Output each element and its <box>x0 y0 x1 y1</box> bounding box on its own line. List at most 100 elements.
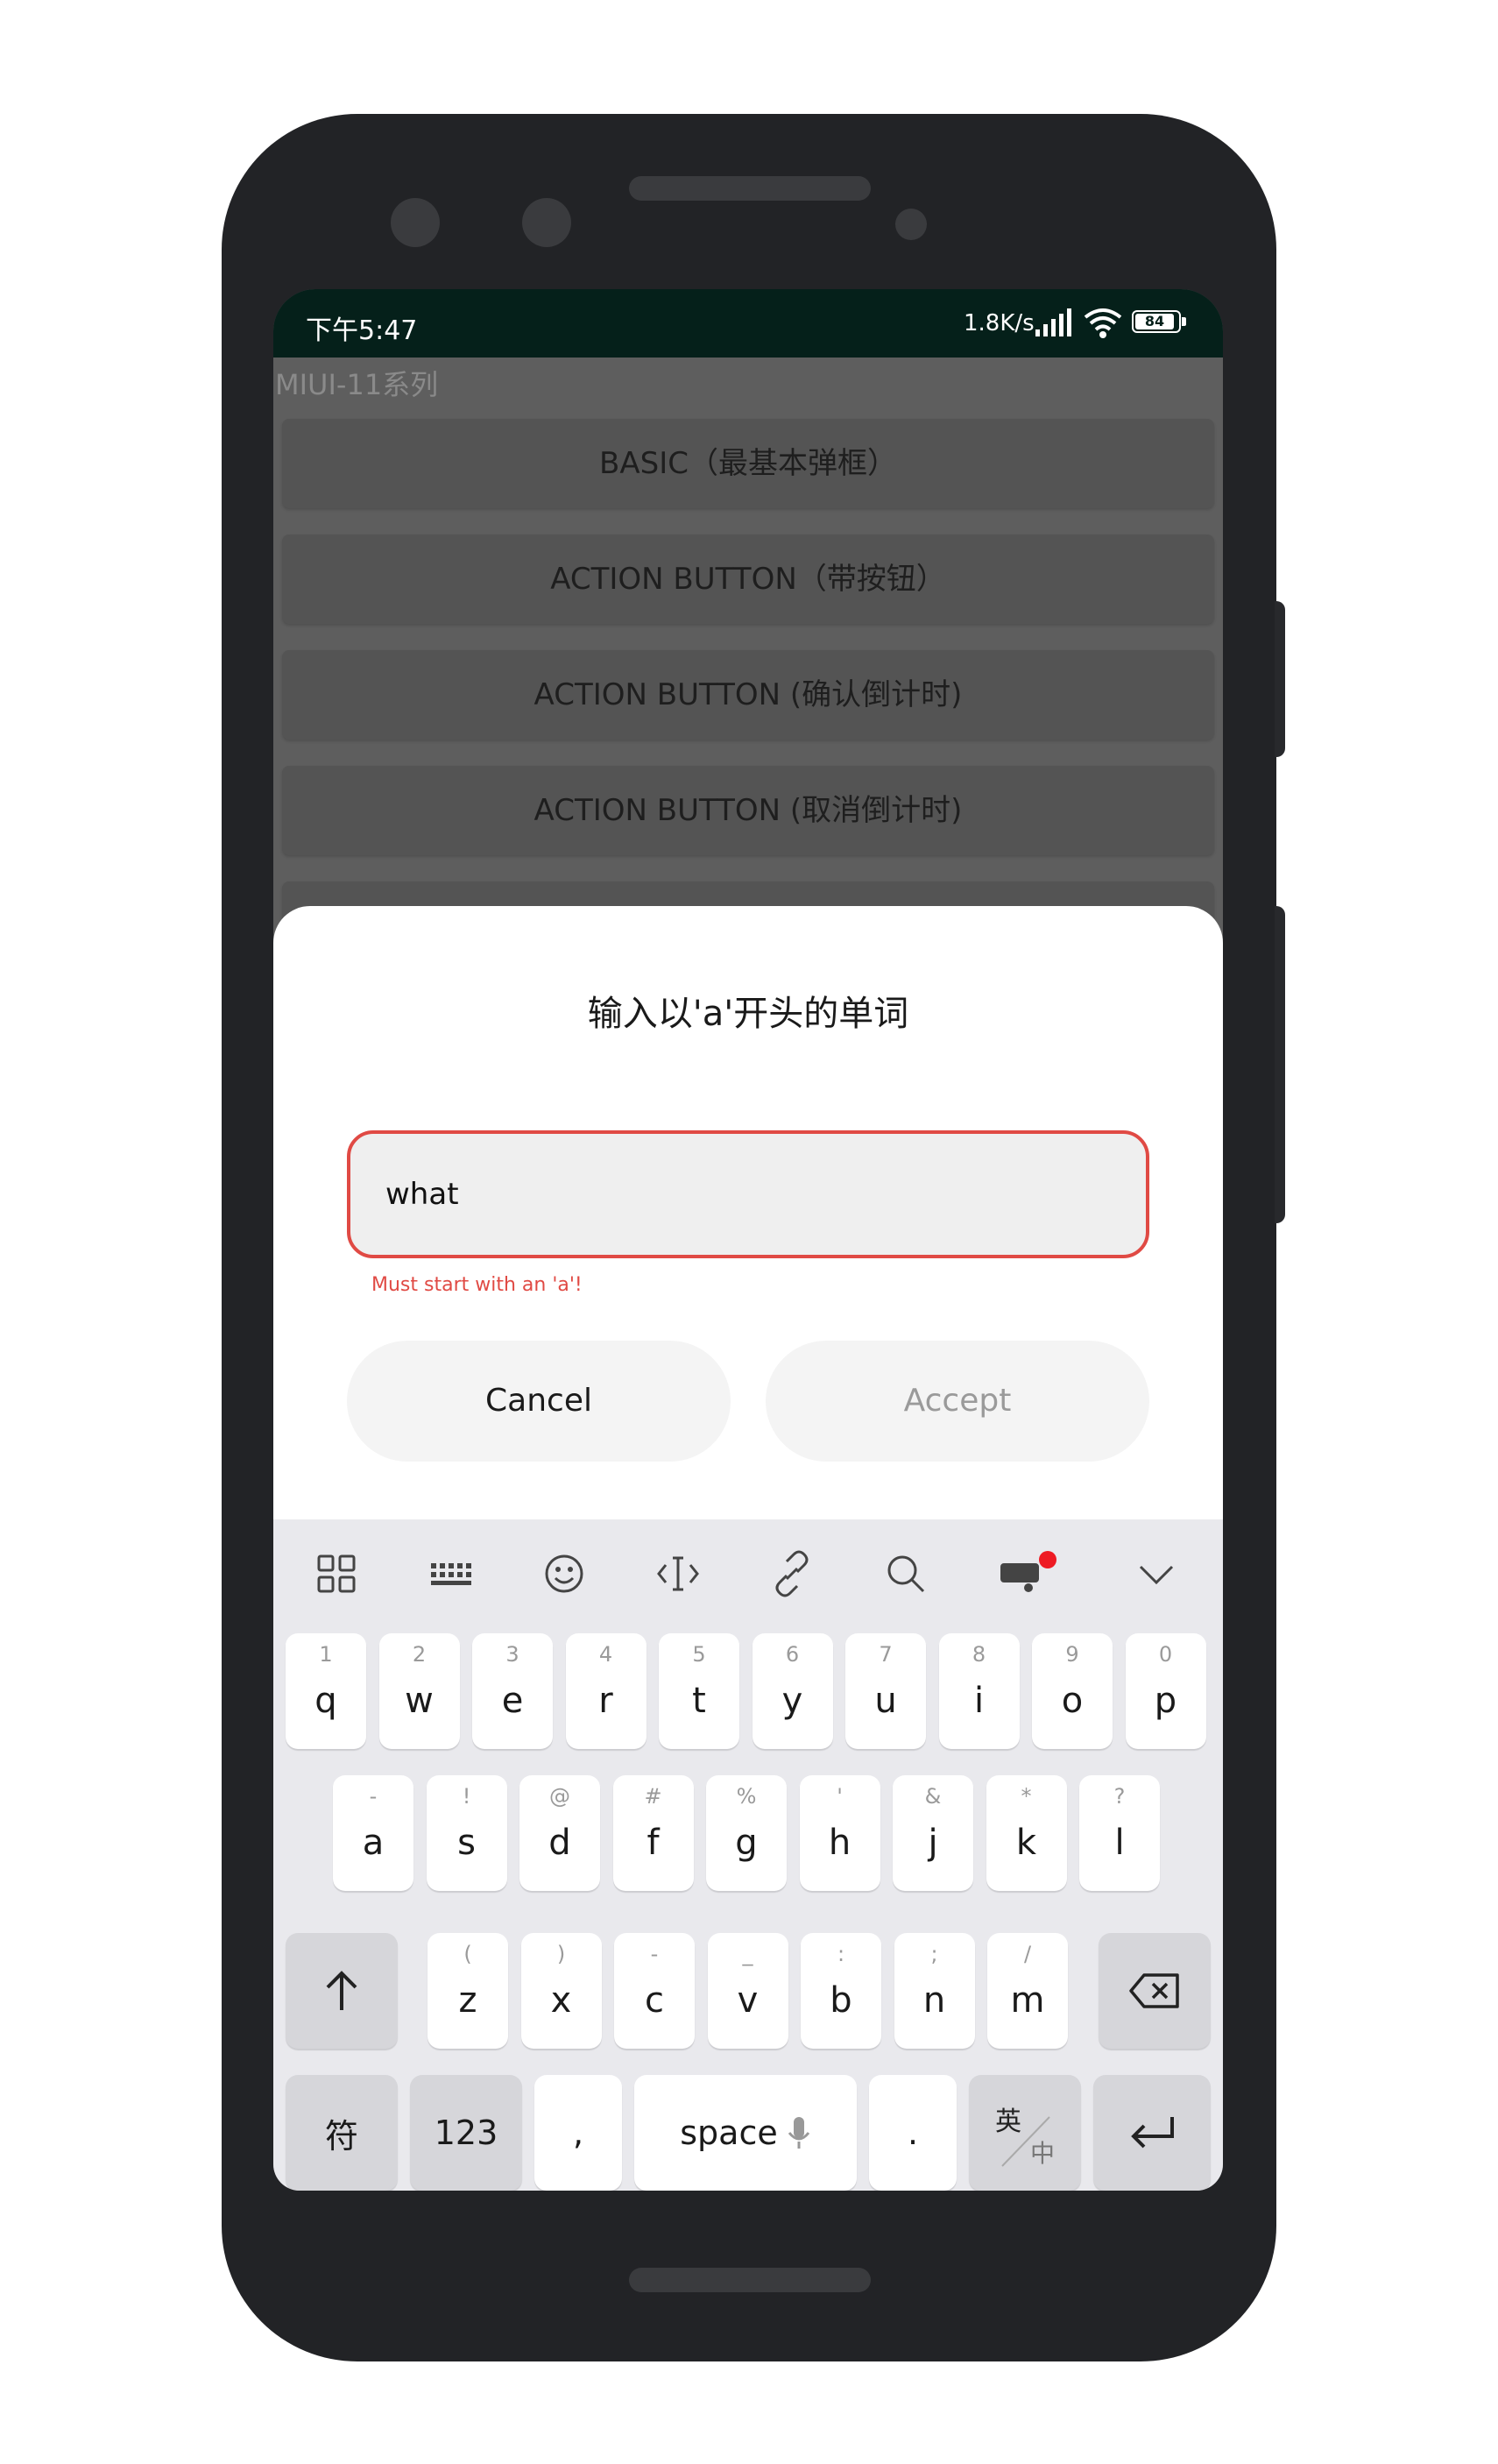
numbers-key[interactable]: 123 <box>410 2075 522 2191</box>
key-k[interactable]: * k <box>986 1775 1067 1891</box>
key-hint: - <box>369 1784 378 1809</box>
accept-button[interactable]: Accept <box>766 1341 1149 1462</box>
word-input[interactable]: what <box>347 1130 1149 1258</box>
key-m[interactable]: / m <box>987 1933 1068 2049</box>
period-key[interactable]: . <box>869 2075 957 2191</box>
key-t[interactable]: 5t <box>659 1633 739 1749</box>
input-dialog: 输入以'a'开头的单词 what Must start with an 'a'!… <box>273 906 1223 1519</box>
key-label: o <box>1061 1681 1084 1721</box>
key-q[interactable]: 1q <box>286 1633 366 1749</box>
key-hint: * <box>1021 1784 1032 1809</box>
front-camera <box>391 198 440 247</box>
key-hint: % <box>736 1784 757 1809</box>
key-d[interactable]: @ d <box>519 1775 600 1891</box>
key-hint: ) <box>556 1942 566 1966</box>
key-label: p <box>1154 1681 1177 1721</box>
key-y[interactable]: 6y <box>752 1633 833 1749</box>
symbols-key[interactable]: 符 <box>286 2075 398 2191</box>
key-f[interactable]: # f <box>612 1775 694 1891</box>
key-u[interactable]: 7u <box>845 1633 926 1749</box>
cancel-countdown-button[interactable]: ACTION BUTTON (取消倒计时) <box>282 766 1214 855</box>
earpiece-speaker <box>629 176 871 201</box>
space-label: space <box>680 2114 778 2152</box>
key-hint: _ <box>742 1942 753 1966</box>
soft-keyboard: 符 123 , space . 英 中 1q2w3e4r5t6y7u8i9o0p… <box>273 1519 1223 2191</box>
key-hint: 6 <box>785 1642 800 1667</box>
key-hint: : <box>837 1942 845 1966</box>
key-hint: 9 <box>1065 1642 1079 1667</box>
key-x[interactable]: ) x <box>520 1933 602 2049</box>
cursor-move-icon[interactable] <box>654 1549 703 1598</box>
key-label: r <box>598 1681 613 1721</box>
comma-key[interactable]: , <box>534 2075 622 2191</box>
key-hint: - <box>650 1942 659 1966</box>
key-a[interactable]: -a <box>333 1775 413 1891</box>
search-icon[interactable] <box>881 1549 930 1598</box>
key-h[interactable]: ' h <box>799 1775 880 1891</box>
clipboard-link-icon[interactable] <box>767 1549 816 1598</box>
confirm-countdown-button[interactable]: ACTION BUTTON (确认倒计时) <box>282 650 1214 740</box>
status-bar: 下午5:47 1.8K/s 84 <box>273 289 1223 358</box>
network-speed: 1.8K/s <box>964 310 1035 336</box>
emoji-icon[interactable] <box>540 1549 589 1598</box>
key-hint: 5 <box>692 1642 706 1667</box>
key-label: t <box>692 1681 706 1721</box>
key-hint: 4 <box>598 1642 613 1667</box>
key-c[interactable]: -c <box>614 1933 695 2049</box>
key-hint: ' <box>837 1784 843 1809</box>
language-switch-key[interactable]: 英 中 <box>969 2075 1081 2191</box>
keyboard-layout-icon[interactable] <box>426 1549 475 1598</box>
app-title: MIUI-11系列 <box>275 368 439 401</box>
key-s[interactable]: ! s <box>426 1775 507 1891</box>
comic-icon[interactable] <box>995 1549 1044 1598</box>
action-button-dialog-button[interactable]: ACTION BUTTON（带按钮） <box>282 535 1214 624</box>
key-hint: ( <box>463 1942 472 1966</box>
key-v[interactable]: _ v <box>707 1933 788 2049</box>
backspace-icon <box>1129 1973 1179 2008</box>
enter-key[interactable] <box>1093 2075 1211 2191</box>
space-key[interactable]: space <box>634 2075 857 2191</box>
enter-icon <box>1131 2117 1174 2149</box>
key-z[interactable]: (z <box>427 1933 508 2049</box>
key-e[interactable]: 3e <box>472 1633 553 1749</box>
key-label: k <box>1015 1823 1037 1863</box>
cancel-button[interactable]: Cancel <box>347 1341 731 1462</box>
key-hint: ! <box>462 1784 471 1809</box>
key-w[interactable]: 2w <box>378 1633 460 1749</box>
proximity-sensor <box>895 209 927 240</box>
key-r[interactable]: 4r <box>565 1633 647 1749</box>
key-l[interactable]: ? l <box>1079 1775 1160 1891</box>
key-label: b <box>830 1980 852 2021</box>
key-n[interactable]: ; n <box>894 1933 975 2049</box>
key-j[interactable]: & j <box>893 1775 973 1891</box>
front-sensor <box>522 198 571 247</box>
notification-dot <box>1039 1551 1056 1568</box>
key-hint: @ <box>549 1784 570 1809</box>
key-label: h <box>828 1823 851 1863</box>
key-label: v <box>737 1980 759 2021</box>
key-g[interactable]: % g <box>706 1775 787 1891</box>
power-button <box>1275 906 1285 1223</box>
dialog-title: 输入以'a'开头的单词 <box>587 994 909 1034</box>
key-label: q <box>314 1681 337 1721</box>
collapse-chevron-icon[interactable] <box>1132 1549 1181 1598</box>
key-hint: 7 <box>879 1642 893 1667</box>
key-hint: / <box>1023 1942 1032 1966</box>
backspace-key[interactable] <box>1099 1933 1211 2049</box>
key-label: j <box>928 1823 938 1863</box>
shift-key[interactable] <box>286 1933 398 2049</box>
key-hint: 8 <box>972 1642 986 1667</box>
key-label: x <box>550 1980 572 2021</box>
apps-grid-icon[interactable] <box>312 1549 361 1598</box>
key-hint: 3 <box>505 1642 519 1667</box>
key-p[interactable]: 0p <box>1125 1633 1206 1749</box>
key-hint: & <box>924 1784 942 1809</box>
key-b[interactable]: :b <box>801 1933 881 2049</box>
key-i[interactable]: 8i <box>938 1633 1020 1749</box>
basic-dialog-button[interactable]: BASIC（最基本弹框） <box>282 419 1214 508</box>
key-hint: 1 <box>319 1642 333 1667</box>
key-label: g <box>735 1823 758 1863</box>
key-o[interactable]: 9o <box>1032 1633 1113 1749</box>
screen: 下午5:47 1.8K/s 84 MIUI-11系列 BASIC（最基本弹框） … <box>273 289 1223 2191</box>
key-label: e <box>501 1681 524 1721</box>
